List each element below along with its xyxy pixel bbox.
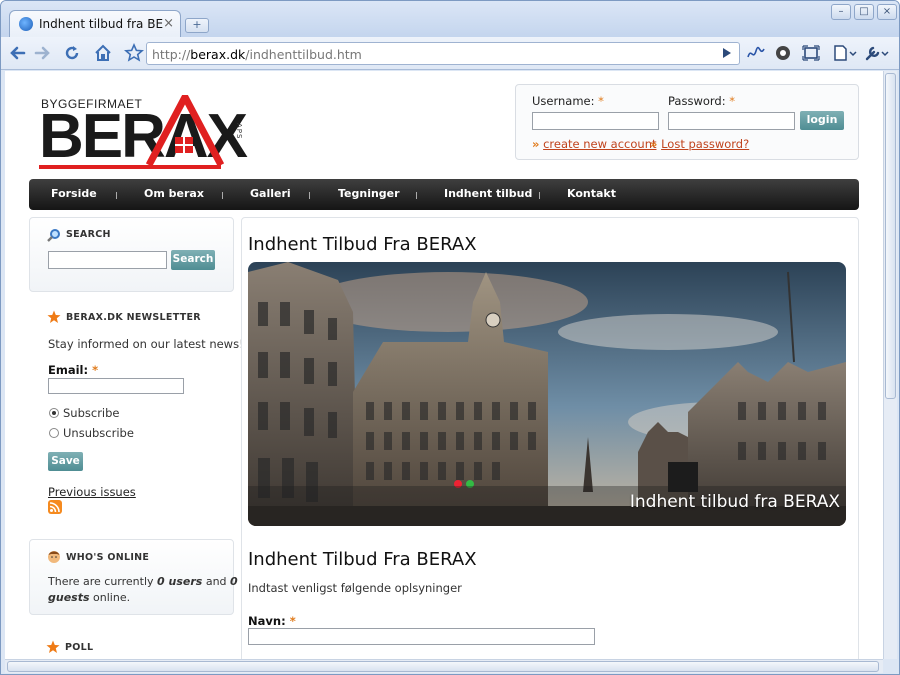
new-tab-button[interactable]: + <box>185 18 209 33</box>
bookmark-star-icon[interactable] <box>123 43 145 63</box>
username-input[interactable] <box>532 112 659 130</box>
page-title: Indhent Tilbud Fra BERAX <box>248 234 477 255</box>
maximize-button[interactable]: □ <box>854 4 874 20</box>
whos-online-line2: guests online. <box>48 591 131 604</box>
password-input[interactable] <box>668 112 795 130</box>
berax-logo[interactable]: BYGGEFIRMAET BERAX APS <box>39 95 248 175</box>
search-block: SEARCH Search <box>29 217 234 292</box>
tab-close-icon[interactable]: × <box>163 16 174 31</box>
unsubscribe-label: Unsubscribe <box>63 426 134 440</box>
nav-separator <box>539 192 540 199</box>
drupal-favicon-icon <box>19 17 33 31</box>
browser-toolbar: http://berax.dk/indhenttilbud.htm <box>1 37 899 70</box>
navn-input[interactable] <box>248 628 595 645</box>
form-intro: Indtast venligst følgende oplsyninger <box>248 581 462 595</box>
search-button[interactable]: Search <box>171 250 215 270</box>
address-bar[interactable]: http://berax.dk/indhenttilbud.htm <box>146 42 740 65</box>
whos-online-line1: There are currently 0 users and 0 <box>48 575 238 588</box>
forward-arrow-icon[interactable] <box>31 43 53 63</box>
newsletter-intro: Stay informed on our latest news! <box>48 337 244 351</box>
nav-item-om-berax[interactable]: Om berax <box>144 187 204 200</box>
page-viewport: BYGGEFIRMAET BERAX APS Username: * Passw… <box>5 71 883 659</box>
browser-titlebar: Indhent tilbud fra BE... × + – □ × <box>1 1 899 38</box>
whos-online-title: WHO'S ONLINE <box>66 552 150 563</box>
form-title: Indhent Tilbud Fra BERAX <box>248 549 477 570</box>
reload-icon[interactable] <box>61 43 83 63</box>
nav-separator <box>222 192 223 199</box>
nav-item-forside[interactable]: Forside <box>51 187 97 200</box>
vertical-scrollbar[interactable] <box>883 71 897 659</box>
hero-caption: Indhent tilbud fra BERAX <box>629 492 840 512</box>
newsletter-save-button[interactable]: Save <box>48 452 83 471</box>
home-icon[interactable] <box>92 43 114 63</box>
lost-password-link[interactable]: » Lost password? <box>650 137 749 151</box>
poll-block: POLL <box>29 634 234 659</box>
password-label: Password: * <box>668 94 735 108</box>
subscribe-radio[interactable] <box>49 408 59 418</box>
wrench-menu-icon[interactable] <box>863 43 891 63</box>
unsubscribe-radio[interactable] <box>49 428 59 438</box>
login-button[interactable]: login <box>800 111 844 130</box>
window-controls: – □ × <box>831 4 897 20</box>
horizontal-scrollbar[interactable] <box>5 659 883 673</box>
create-account-link[interactable]: » create new account <box>532 137 657 151</box>
rss-feed-icon[interactable] <box>48 500 62 514</box>
username-label: Username: * <box>532 94 604 108</box>
login-box: Username: * Password: * login » create n… <box>515 84 859 160</box>
nav-separator <box>309 192 310 199</box>
nav-item-kontakt[interactable]: Kontakt <box>567 187 616 200</box>
extension-signature-icon[interactable] <box>745 43 767 63</box>
search-input[interactable] <box>48 251 167 269</box>
navn-label: Navn: * <box>248 614 296 628</box>
browser-tab[interactable]: Indhent tilbud fra BE... × <box>9 10 181 38</box>
search-icon <box>47 229 60 242</box>
extension-gear-icon[interactable] <box>772 43 794 63</box>
browser-window: Indhent tilbud fra BE... × + – □ × http:… <box>0 0 900 675</box>
nav-item-tegninger[interactable]: Tegninger <box>338 187 400 200</box>
minimize-button[interactable]: – <box>831 4 851 20</box>
newsletter-block: BERAX.DK NEWSLETTER Stay informed on our… <box>29 299 244 529</box>
email-label: Email: * <box>48 363 99 377</box>
tab-title: Indhent tilbud fra BE... <box>39 17 164 31</box>
nav-separator <box>416 192 417 199</box>
url-text: http://berax.dk/indhenttilbud.htm <box>152 47 362 62</box>
logo-roof-icon <box>39 95 225 169</box>
main-content: Indhent Tilbud Fra BERAX Indhent tilbud … <box>241 217 859 659</box>
back-arrow-icon[interactable] <box>7 43 29 63</box>
subscribe-label: Subscribe <box>63 406 120 420</box>
newsletter-email-input[interactable] <box>48 378 184 394</box>
page-menu-icon[interactable] <box>830 43 858 63</box>
search-block-title: SEARCH <box>66 229 111 240</box>
close-window-button[interactable]: × <box>877 4 897 20</box>
poll-title: POLL <box>65 642 94 653</box>
star-icon <box>47 310 61 323</box>
main-nav: Forside Om berax Galleri Tegninger Indhe… <box>29 179 859 210</box>
whos-online-block: WHO'S ONLINE There are currently 0 users… <box>29 539 238 615</box>
fullscreen-icon[interactable] <box>800 43 822 63</box>
vertical-scroll-thumb[interactable] <box>885 73 896 399</box>
star-icon <box>46 640 60 653</box>
nav-item-galleri[interactable]: Galleri <box>250 187 291 200</box>
horizontal-scroll-thumb[interactable] <box>7 661 879 672</box>
previous-issues-link[interactable]: Previous issues <box>48 485 136 499</box>
nav-item-indhent-tilbud[interactable]: Indhent tilbud <box>444 187 532 200</box>
go-arrow-icon[interactable] <box>721 46 735 61</box>
newsletter-title: BERAX.DK NEWSLETTER <box>66 312 201 323</box>
user-face-icon <box>48 551 60 563</box>
hero-image: Indhent tilbud fra BERAX <box>248 262 846 526</box>
nav-separator <box>116 192 117 199</box>
